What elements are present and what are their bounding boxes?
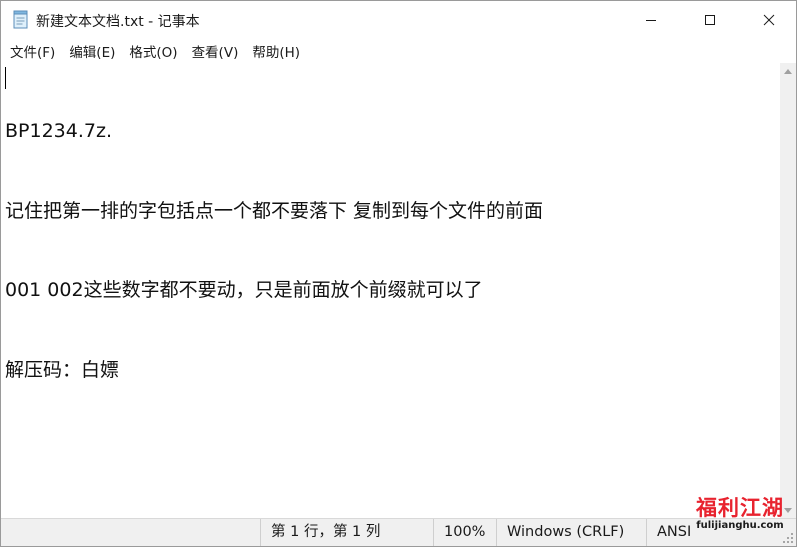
status-zoom: 100% — [433, 519, 496, 546]
menu-help[interactable]: 帮助(H) — [245, 39, 307, 63]
title-bar[interactable]: 新建文本文档.txt - 记事本 — [1, 1, 796, 39]
maximize-icon — [705, 15, 715, 25]
window-title: 新建文本文档.txt - 记事本 — [36, 14, 200, 30]
watermark-url: fulijianghu.com — [696, 520, 784, 531]
minimize-button[interactable] — [628, 1, 674, 39]
menu-edit[interactable]: 编辑(E) — [62, 39, 122, 63]
menu-file[interactable]: 文件(F) — [3, 39, 62, 63]
watermark-logo: 福利江湖 — [696, 496, 784, 520]
close-button[interactable] — [746, 1, 792, 39]
editor-line: 记住把第一排的字包括点一个都不要落下 复制到每个文件的前面 — [5, 199, 544, 222]
minimize-icon — [646, 20, 656, 21]
notepad-window: 新建文本文档.txt - 记事本 文件(F) 编辑(E) 格式(O) 查看(V)… — [0, 0, 797, 547]
text-editor[interactable]: BP1234.7z. 记住把第一排的字包括点一个都不要落下 复制到每个文件的前面… — [1, 63, 780, 518]
chevron-up-icon — [784, 68, 792, 74]
menu-format[interactable]: 格式(O) — [122, 39, 184, 63]
editor-line: 解压码：白嫖 — [5, 358, 120, 381]
vertical-scrollbar[interactable] — [780, 63, 796, 518]
notepad-icon — [13, 10, 28, 29]
close-icon — [763, 14, 775, 26]
status-line-ending: Windows (CRLF) — [496, 519, 646, 546]
menu-view[interactable]: 查看(V) — [185, 39, 246, 63]
editor-line: BP1234.7z. — [5, 120, 112, 142]
editor-line: 001 002这些数字都不要动，只是前面放个前缀就可以了 — [5, 279, 483, 301]
watermark: 福利江湖 fulijianghu.com — [690, 494, 790, 534]
text-caret — [5, 67, 6, 89]
scroll-up-arrow[interactable] — [780, 63, 796, 79]
maximize-button[interactable] — [687, 1, 733, 39]
status-cursor-position: 第 1 行，第 1 列 — [260, 519, 433, 546]
menu-bar: 文件(F) 编辑(E) 格式(O) 查看(V) 帮助(H) — [1, 39, 796, 63]
status-bar: 第 1 行，第 1 列 100% Windows (CRLF) ANSI — [1, 518, 796, 546]
